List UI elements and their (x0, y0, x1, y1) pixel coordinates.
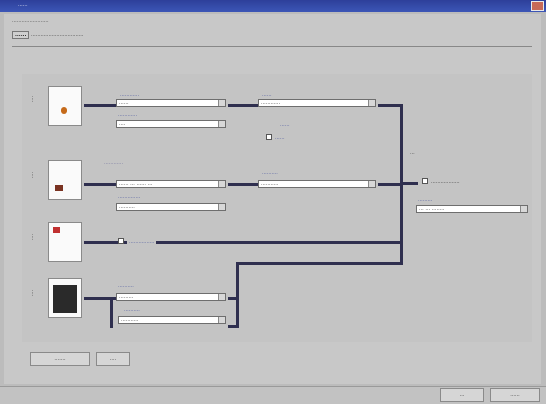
row1-sub-label: ............ (118, 112, 138, 118)
row4-to-merge (236, 262, 403, 265)
row1-thumb-mark (61, 107, 67, 114)
chevron-down-icon[interactable] (218, 181, 225, 187)
row2-right-label: .......... (262, 170, 278, 176)
chevron-down-icon[interactable] (218, 294, 225, 300)
row3-thumbnail (48, 222, 82, 262)
row1-thumbnail (48, 86, 82, 126)
row2-connector2 (228, 183, 258, 186)
row1-combo1[interactable]: ...... (116, 99, 226, 107)
row4-combo1-value: ......... (119, 294, 134, 300)
row1-connector2 (228, 104, 258, 107)
merge-out-line (402, 182, 418, 185)
row1-combo2[interactable]: .... (116, 120, 226, 128)
tab-divider (12, 46, 532, 47)
merge-out-combo-value: ... ... ........ (419, 206, 445, 212)
row3-checkbox[interactable] (118, 238, 124, 244)
row1-connector3 (378, 104, 402, 107)
chevron-down-icon[interactable] (218, 100, 225, 106)
tab-rest: ................................. (31, 32, 84, 38)
row4-connector3 (228, 325, 238, 328)
left-button-1[interactable]: ....... (30, 352, 90, 366)
row2-connector (84, 183, 116, 186)
row1-combo3-value: ............ (261, 100, 281, 106)
row2-thumbnail (48, 160, 82, 200)
row4-thumbnail (48, 278, 82, 318)
left-button-2[interactable]: .... (96, 352, 130, 366)
merge-check-label: .................. (431, 179, 460, 185)
row4-label: .... (30, 290, 36, 297)
merge-label: ... (410, 150, 415, 156)
row1-connector (84, 104, 116, 107)
row1-checkbox[interactable] (266, 134, 272, 140)
row1-right-label: ...... (262, 92, 272, 98)
row2-connector3 (378, 183, 402, 186)
row2-combo2[interactable]: .......... (116, 203, 226, 211)
row4-combo2-value: ........... (121, 317, 139, 323)
row4-thumb-mark (53, 285, 77, 313)
row2-sub-label: .............. (118, 194, 141, 200)
merge-out-combo[interactable]: ... ... ........ (416, 205, 528, 213)
row2-combo3[interactable]: ........... (258, 180, 376, 188)
row2-label: .... (30, 172, 36, 179)
row1-combo1-value: ...... (119, 100, 129, 106)
tab-label: ...... (12, 31, 30, 39)
merge-out-label: ......... (418, 197, 433, 203)
chevron-down-icon[interactable] (368, 100, 375, 106)
row1-combo3[interactable]: ............ (258, 99, 376, 107)
title-bar (0, 0, 546, 12)
row1-note1: ...... (280, 122, 290, 128)
ok-button[interactable]: ... (440, 388, 484, 402)
instruction-text: ....................... (12, 18, 49, 24)
row2-combo3-value: ........... (261, 181, 279, 187)
row1-label: .... (30, 96, 36, 103)
row3-label: .... (30, 234, 36, 241)
row2-top-label: ............ (104, 160, 124, 166)
chevron-down-icon[interactable] (520, 206, 527, 212)
row1-top-label: ............ (120, 92, 140, 98)
row4-sub-vertical (110, 300, 113, 328)
row1-note2: ...... (275, 135, 285, 141)
row4-sub-label: .......... (124, 307, 140, 313)
row4-vertical (236, 262, 239, 328)
row3-mid-label: ................ (127, 239, 157, 245)
chevron-down-icon[interactable] (218, 317, 225, 323)
row4-combo2[interactable]: ........... (118, 316, 226, 324)
window-title: ...... (18, 2, 28, 8)
merge-checkbox[interactable] (422, 178, 428, 184)
row4-top-label: .......... (118, 283, 134, 289)
chevron-down-icon[interactable] (218, 121, 225, 127)
chevron-down-icon[interactable] (368, 181, 375, 187)
row3-thumb-mark (53, 227, 60, 233)
row2-combo1[interactable]: ...... ... ...... ... (116, 180, 226, 188)
row2-combo2-value: .......... (119, 204, 135, 210)
close-button[interactable] (531, 1, 544, 11)
row2-combo1-value: ...... ... ...... ... (119, 181, 153, 187)
row4-combo1[interactable]: ......... (116, 293, 226, 301)
row1-combo2-value: .... (119, 121, 126, 127)
row2-thumb-mark (55, 185, 63, 191)
chevron-down-icon[interactable] (218, 204, 225, 210)
tab-header[interactable]: ...... ................................. (12, 31, 84, 39)
cancel-button[interactable]: ...... (490, 388, 540, 402)
